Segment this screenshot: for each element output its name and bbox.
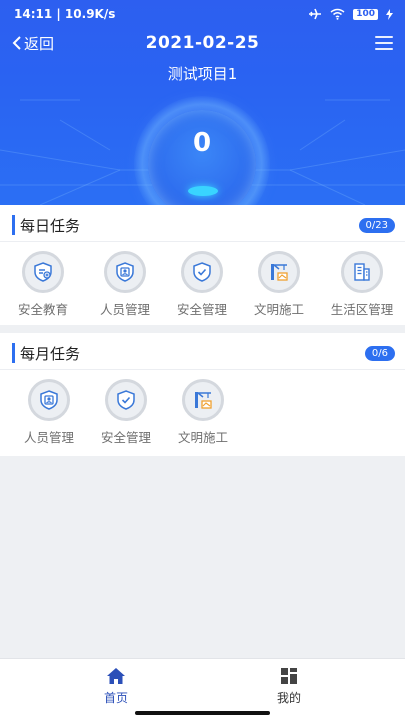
menu-icon-line [375,42,393,44]
person-shield-icon [104,251,146,293]
item-label: 文明施工 [177,430,228,445]
monthly-tasks-card: 每月任务 0/6 人员管理 安全管理 文明施工 [0,333,405,456]
charging-icon [386,8,393,20]
battery-indicator: 100 [353,8,378,20]
item-label: 安全管理 [176,302,227,317]
home-indicator [135,711,270,715]
tab-home-label: 首页 [103,691,128,705]
daily-tasks-card: 每日任务 0/23 安全教育 人员管理 安全管理 文明施工 生活区管理 [0,205,405,325]
score-value: 0 [192,128,212,158]
back-button[interactable]: 返回 [12,33,54,54]
grid-apps-icon [281,668,297,684]
item-label: 人员管理 [23,430,74,445]
status-icons: 100 [308,8,393,20]
monthly-item-safety-management[interactable]: 安全管理 [88,379,164,446]
daily-item-personnel[interactable]: 人员管理 [87,251,163,318]
check-shield-icon [181,251,223,293]
crane-construction-icon [258,251,300,293]
item-label: 人员管理 [99,302,150,317]
menu-button[interactable] [375,36,393,50]
back-label: 返回 [24,34,55,53]
daily-item-safety-management[interactable]: 安全管理 [164,251,240,318]
crane-construction-icon [182,379,224,421]
tab-mine-label: 我的 [276,691,301,705]
wifi-icon [330,8,345,20]
menu-icon-line [375,36,393,38]
daily-item-living-area[interactable]: 生活区管理 [322,251,402,318]
item-label: 安全教育 [17,302,68,317]
airplane-icon [309,8,322,20]
item-label: 文明施工 [253,302,304,317]
daily-progress-badge: 0/23 [358,218,395,233]
chevron-left-icon [12,36,21,50]
divider [0,241,405,242]
monthly-item-civilized-construction[interactable]: 文明施工 [165,379,241,446]
item-label: 安全管理 [100,430,151,445]
project-name: 测试项目1 [167,65,238,83]
home-icon [107,668,125,684]
tab-mine[interactable]: 我的 [259,667,319,706]
status-bar: 14:11 | 10.9K/s 100 [0,0,405,28]
monthly-item-personnel[interactable]: 人员管理 [11,379,87,446]
daily-tasks-title: 每日任务 [12,215,80,235]
orb-glow [188,186,218,196]
page-title-date: 2021-02-25 [145,33,260,53]
monthly-tasks-title: 每月任务 [12,343,80,363]
daily-item-safety-education[interactable]: 安全教育 [5,251,81,318]
item-label: 生活区管理 [330,302,394,317]
menu-icon-line [375,48,393,50]
tab-home[interactable]: 首页 [86,667,146,706]
daily-item-civilized-construction[interactable]: 文明施工 [241,251,317,318]
check-shield-icon [105,379,147,421]
status-time-speed: 14:11 | 10.9K/s [14,7,116,21]
education-shield-icon [22,251,64,293]
header: 14:11 | 10.9K/s 100 返回 2021-02-25 测试项目1 … [0,0,405,205]
nav-bar: 返回 2021-02-25 [0,28,405,58]
building-icon [341,251,383,293]
monthly-progress-badge: 0/6 [364,346,395,361]
divider [0,369,405,370]
person-shield-icon [28,379,70,421]
